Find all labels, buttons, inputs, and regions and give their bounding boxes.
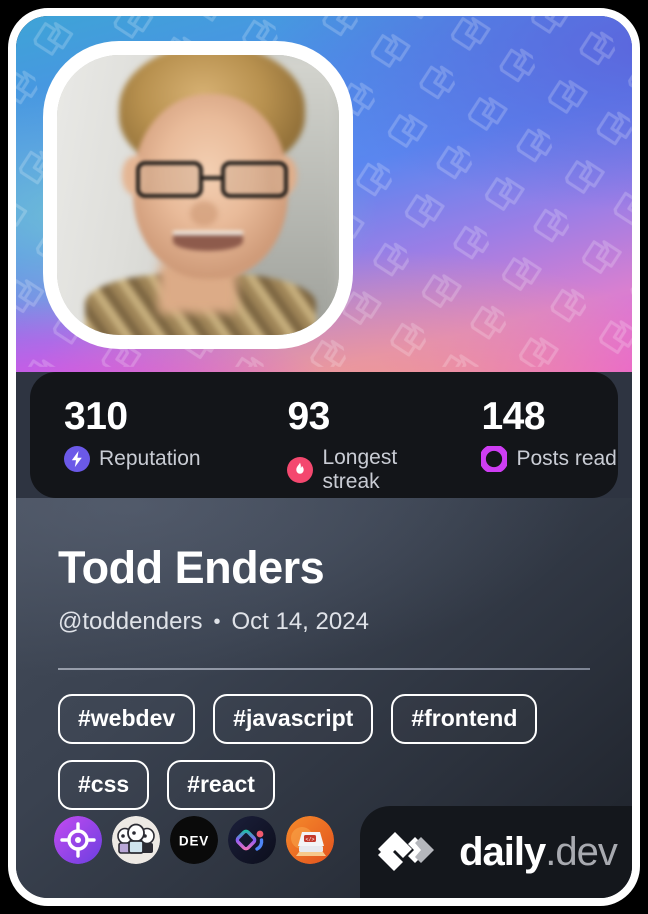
code-monitor-badge-icon[interactable]: </>: [286, 816, 334, 864]
tag-webdev[interactable]: #webdev: [58, 694, 196, 744]
profile-card: 310 Reputation 93 Longest streak 148 Pos…: [8, 8, 640, 906]
source-badges: DEV </>: [54, 816, 334, 864]
page-title: Todd Enders: [58, 542, 325, 593]
svg-text:DEV: DEV: [179, 834, 209, 849]
stat-label: Longest streak: [322, 446, 398, 493]
logo-name-primary: daily: [459, 830, 546, 874]
avatar: [57, 55, 339, 335]
stat-label-row: Longest streak: [287, 446, 447, 494]
profile-body: Todd Enders @toddenders • Oct 14, 2024 #…: [16, 498, 632, 898]
avatar-frame: [43, 41, 353, 349]
profile-join-date: Oct 14, 2024: [231, 608, 369, 635]
divider: [58, 668, 590, 670]
stat-value: 93: [287, 395, 330, 438]
svg-text:</>: </>: [305, 837, 314, 843]
daily-dev-chevron-logo-icon: [378, 832, 435, 871]
stat-label-row: Posts read: [481, 446, 618, 472]
stats-bar: 310 Reputation 93 Longest streak 148 Pos…: [30, 372, 618, 498]
stat-reputation: 310 Reputation: [30, 394, 253, 498]
stat-label: Posts read: [516, 447, 617, 470]
stat-value: 148: [481, 395, 546, 438]
stat-label-row: Reputation: [64, 446, 253, 472]
ring-icon: [481, 446, 508, 472]
daily-dev-logo: daily.dev: [360, 806, 632, 898]
target-crosshair-badge-icon[interactable]: [54, 816, 102, 864]
tag-javascript[interactable]: #javascript: [213, 694, 374, 744]
lightning-bolt-icon: [64, 446, 90, 472]
logo-wordmark: daily.dev: [459, 830, 618, 874]
profile-handle: @toddenders: [58, 608, 203, 635]
glasses-icon: [135, 161, 289, 198]
tag-react[interactable]: #react: [167, 760, 275, 810]
cover-banner: [16, 16, 632, 372]
three-characters-badge-icon[interactable]: [112, 816, 160, 864]
meta-separator: •: [213, 610, 221, 633]
flame-icon: [287, 457, 314, 483]
diamond-spark-badge-icon[interactable]: [228, 816, 276, 864]
stat-label: Reputation: [99, 447, 201, 470]
tag-list: #webdev #javascript #frontend #css #reac…: [58, 694, 592, 810]
dev-to-badge-icon[interactable]: DEV: [170, 816, 218, 864]
tag-css[interactable]: #css: [58, 760, 150, 810]
tag-frontend[interactable]: #frontend: [391, 694, 538, 744]
stat-value: 310: [64, 395, 128, 438]
avatar-photo-nose: [189, 200, 218, 226]
avatar-photo-smile: [172, 231, 244, 251]
stat-longest-streak: 93 Longest streak: [253, 394, 447, 498]
profile-meta: @toddenders • Oct 14, 2024: [58, 608, 369, 636]
logo-name-secondary: .dev: [545, 830, 618, 874]
stat-posts-read: 148 Posts read: [447, 394, 618, 498]
